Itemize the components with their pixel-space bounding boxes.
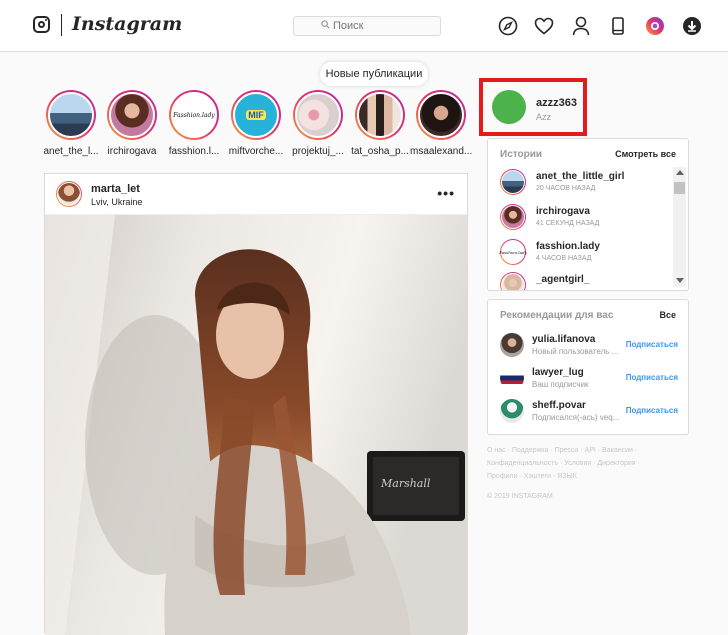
story-list-username: irchirogava xyxy=(536,206,590,217)
story-username: fasshion.l... xyxy=(168,146,220,157)
post-author-avatar[interactable] xyxy=(56,181,82,207)
scroll-down-arrow-icon[interactable] xyxy=(676,278,684,283)
compass-icon[interactable] xyxy=(497,15,519,37)
current-user-username[interactable]: azzz363 xyxy=(536,97,577,109)
story-avatar-text: Fasshion.lady xyxy=(173,111,215,119)
story-list-item[interactable]: _agentgirl_ xyxy=(500,270,670,290)
stories-panel-title: Истории xyxy=(500,149,543,160)
story-avatar xyxy=(48,92,94,138)
suggestion-item: sheff.povar Подписался(-ась) veq... Подп… xyxy=(500,397,678,425)
search-input[interactable] xyxy=(333,20,413,32)
story-list-username: _agentgirl_ xyxy=(536,274,590,285)
current-user-avatar[interactable] xyxy=(492,90,526,124)
story-avatar: MIF xyxy=(233,92,279,138)
suggestion-reason: Подписался(-ась) veq... xyxy=(532,413,620,422)
story-item[interactable]: irchirogava xyxy=(101,90,163,157)
search-box[interactable] xyxy=(293,16,441,36)
story-avatar-text: MIF xyxy=(246,110,266,120)
suggestion-reason: Новый пользователь ... xyxy=(532,347,619,356)
stories-panel: Истории Смотреть все anet_the_little_gir… xyxy=(487,138,689,291)
suggestion-username[interactable]: sheff.povar xyxy=(532,400,586,411)
stories-tray: anet_the_l... irchirogava Fasshion.lady … xyxy=(40,90,472,160)
follow-button[interactable]: Подписаться xyxy=(626,340,678,349)
story-list-item[interactable]: irchirogava 41 СЕКУНД НАЗАД xyxy=(500,202,670,232)
story-username: projektuj_... xyxy=(292,146,344,157)
post-photo[interactable]: Marshall xyxy=(45,215,467,635)
story-item[interactable]: projektuj_... xyxy=(287,90,349,157)
story-list-item[interactable]: anet_the_little_girl 20 ЧАСОВ НАЗАД xyxy=(500,167,670,197)
current-user-fullname: Azz xyxy=(536,112,552,122)
suggestion-username[interactable]: lawyer_lug xyxy=(532,367,584,378)
story-username: msaalexand... xyxy=(410,146,472,157)
story-list-avatar xyxy=(501,273,525,290)
see-all-stories-link[interactable]: Смотреть все xyxy=(615,149,676,159)
suggestion-username[interactable]: yulia.lifanova xyxy=(532,334,595,345)
suggestion-item: lawyer_lug Ваш подписчик Подписаться xyxy=(500,364,678,392)
story-item[interactable]: anet_the_l... xyxy=(40,90,102,157)
suggestion-item: yulia.lifanova Новый пользователь ... По… xyxy=(500,331,678,359)
scroll-up-arrow-icon[interactable] xyxy=(676,170,684,175)
story-list-avatar xyxy=(501,170,525,194)
see-all-suggestions-link[interactable]: Все xyxy=(659,310,676,320)
suggestion-avatar[interactable] xyxy=(500,399,524,423)
story-list-time: 41 СЕКУНД НАЗАД xyxy=(536,220,600,227)
story-item[interactable]: MIF miftvorche... xyxy=(225,90,287,157)
story-list-item[interactable]: Fasshion.lady fasshion.lady 4 ЧАСОВ НАЗА… xyxy=(499,237,670,267)
follow-button[interactable]: Подписаться xyxy=(626,406,678,415)
story-list-time: 20 ЧАСОВ НАЗАД xyxy=(536,185,596,192)
story-list-avatar-text: Fasshion.lady xyxy=(499,249,527,255)
suggestion-avatar[interactable] xyxy=(500,333,524,357)
instagram-badge-icon[interactable] xyxy=(644,15,666,37)
phone-icon[interactable] xyxy=(607,15,629,37)
story-username: tat_osha_p... xyxy=(351,146,409,157)
suggestions-panel: Рекомендации для вас Все yulia.lifanova … xyxy=(487,299,689,435)
post-author-username[interactable]: marta_let xyxy=(91,183,140,195)
copyright: © 2019 INSTAGRAM xyxy=(487,493,553,500)
feed-post: marta_let Lviv, Ukraine ••• Marshall xyxy=(44,173,468,635)
current-user-profile[interactable]: azzz363 Azz xyxy=(479,78,587,136)
follow-button[interactable]: Подписаться xyxy=(626,373,678,382)
footer-links[interactable]: О нас · Поддержка · Пресса · API · Вакан… xyxy=(487,444,657,483)
story-item[interactable]: tat_osha_p... xyxy=(349,90,411,157)
story-list-time: 4 ЧАСОВ НАЗАД xyxy=(536,255,592,262)
story-username: miftvorche... xyxy=(228,146,284,157)
post-photo-illustration: Marshall xyxy=(45,215,467,635)
story-item[interactable]: msaalexand... xyxy=(410,90,472,157)
story-list-avatar xyxy=(501,205,525,229)
story-username: irchirogava xyxy=(107,146,157,157)
story-list-username: anet_the_little_girl xyxy=(536,171,625,182)
story-username: anet_the_l... xyxy=(43,146,99,157)
story-avatar xyxy=(357,92,403,138)
speaker-brand-label: Marshall xyxy=(380,477,431,490)
post-location[interactable]: Lviv, Ukraine xyxy=(91,197,142,207)
search-icon xyxy=(321,17,330,35)
logo-divider xyxy=(61,14,62,36)
story-list-username: fasshion.lady xyxy=(536,241,600,252)
story-avatar xyxy=(418,92,464,138)
suggestion-avatar[interactable] xyxy=(500,366,524,390)
instagram-wordmark[interactable]: Instagram xyxy=(72,13,182,35)
stories-scrollbar[interactable] xyxy=(673,167,686,287)
more-options-icon[interactable]: ••• xyxy=(437,185,455,201)
heart-icon[interactable] xyxy=(533,15,555,37)
scroll-thumb[interactable] xyxy=(674,182,685,194)
new-posts-button[interactable]: Новые публикации xyxy=(320,62,428,86)
suggestion-reason: Ваш подписчик xyxy=(532,380,589,389)
story-item[interactable]: Fasshion.lady fasshion.l... xyxy=(163,90,225,157)
profile-icon[interactable] xyxy=(570,15,592,37)
suggestions-title: Рекомендации для вас xyxy=(500,310,614,321)
instagram-camera-icon[interactable] xyxy=(33,16,50,33)
top-navigation-bar: Instagram xyxy=(0,0,728,52)
post-header: marta_let Lviv, Ukraine ••• xyxy=(45,174,467,215)
story-avatar xyxy=(295,92,341,138)
story-avatar: Fasshion.lady xyxy=(171,92,217,138)
story-list-avatar: Fasshion.lady xyxy=(499,240,527,264)
story-avatar xyxy=(109,92,155,138)
download-icon[interactable] xyxy=(681,15,703,37)
